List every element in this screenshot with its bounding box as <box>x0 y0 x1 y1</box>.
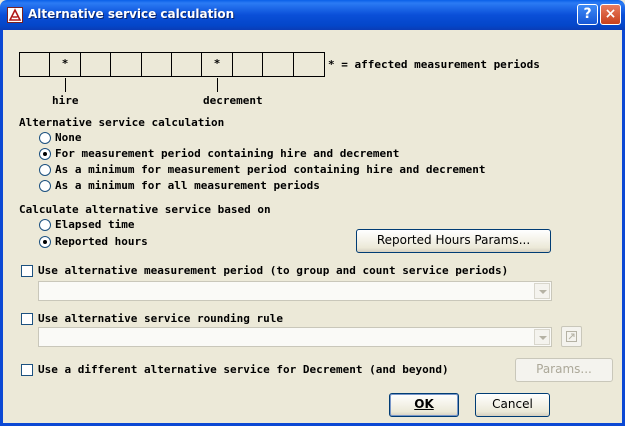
alt-calc-none-label[interactable]: None <box>55 131 82 144</box>
decrement-params-button[interactable]: Params... <box>515 358 613 382</box>
period-cell-hire: * <box>50 53 81 76</box>
chevron-down-icon[interactable] <box>534 329 550 345</box>
period-cell <box>233 53 264 76</box>
close-button[interactable]: × <box>600 4 621 25</box>
title-bar[interactable]: Alternative service calculation ? × <box>0 0 625 30</box>
elapsed-time-radio[interactable] <box>39 219 51 231</box>
lookup-icon <box>566 331 577 342</box>
rounding-rule-lookup-button[interactable] <box>561 326 582 347</box>
help-icon: ? <box>583 6 592 22</box>
decrement-marker-line <box>217 78 218 92</box>
rounding-rule-select[interactable] <box>38 327 552 347</box>
help-button[interactable]: ? <box>577 4 598 25</box>
alt-calc-min-all-radio[interactable] <box>39 180 51 192</box>
reported-hours-radio[interactable] <box>39 236 51 248</box>
alt-calc-heading: Alternative service calculation <box>19 116 225 129</box>
decrement-label: decrement <box>203 94 263 107</box>
app-icon <box>7 7 23 23</box>
ok-button[interactable]: OK <box>389 393 459 417</box>
cancel-label: Cancel <box>492 397 533 411</box>
period-cell <box>81 53 112 76</box>
cancel-button[interactable]: Cancel <box>475 393 550 417</box>
alt-period-label[interactable]: Use alternative measurement period (to g… <box>38 264 508 277</box>
reported-hours-params-button[interactable]: Reported Hours Params... <box>356 229 551 253</box>
chevron-down-icon[interactable] <box>534 283 550 299</box>
alt-calc-containing-label[interactable]: For measurement period containing hire a… <box>55 147 399 160</box>
period-cell <box>172 53 203 76</box>
measurement-period-strip: * * <box>19 52 325 77</box>
window-title: Alternative service calculation <box>28 7 235 21</box>
period-legend: * = affected measurement periods <box>328 58 540 71</box>
alt-calc-none-radio[interactable] <box>39 132 51 144</box>
alt-calc-min-containing-label[interactable]: As a minimum for measurement period cont… <box>55 163 485 176</box>
alt-calc-min-containing-radio[interactable] <box>39 164 51 176</box>
ok-label: OK <box>414 397 434 411</box>
period-cell <box>20 53 51 76</box>
alt-period-checkbox[interactable] <box>21 265 33 277</box>
alt-period-select[interactable] <box>38 281 552 301</box>
alt-calc-containing-radio[interactable] <box>39 148 51 160</box>
period-cell <box>142 53 172 76</box>
hire-label: hire <box>52 94 79 107</box>
decrement-checkbox[interactable] <box>21 364 33 376</box>
reported-hours-label[interactable]: Reported hours <box>55 235 148 248</box>
decrement-params-label: Params... <box>536 362 592 376</box>
period-cell <box>294 53 324 76</box>
elapsed-time-label[interactable]: Elapsed time <box>55 218 134 231</box>
reported-hours-params-label: Reported Hours Params... <box>376 233 531 247</box>
period-cell <box>111 53 142 76</box>
hire-marker-line <box>65 78 66 92</box>
decrement-label-text[interactable]: Use a different alternative service for … <box>38 363 449 376</box>
period-cell-decrement: * <box>202 53 233 76</box>
alt-calc-min-all-label[interactable]: As a minimum for all measurement periods <box>55 179 320 192</box>
rounding-rule-checkbox[interactable] <box>21 313 33 325</box>
window-frame-left <box>0 30 3 426</box>
basis-heading: Calculate alternative service based on <box>19 203 271 216</box>
rounding-rule-label[interactable]: Use alternative service rounding rule <box>38 312 283 325</box>
close-icon: × <box>604 6 617 22</box>
period-cell <box>263 53 294 76</box>
